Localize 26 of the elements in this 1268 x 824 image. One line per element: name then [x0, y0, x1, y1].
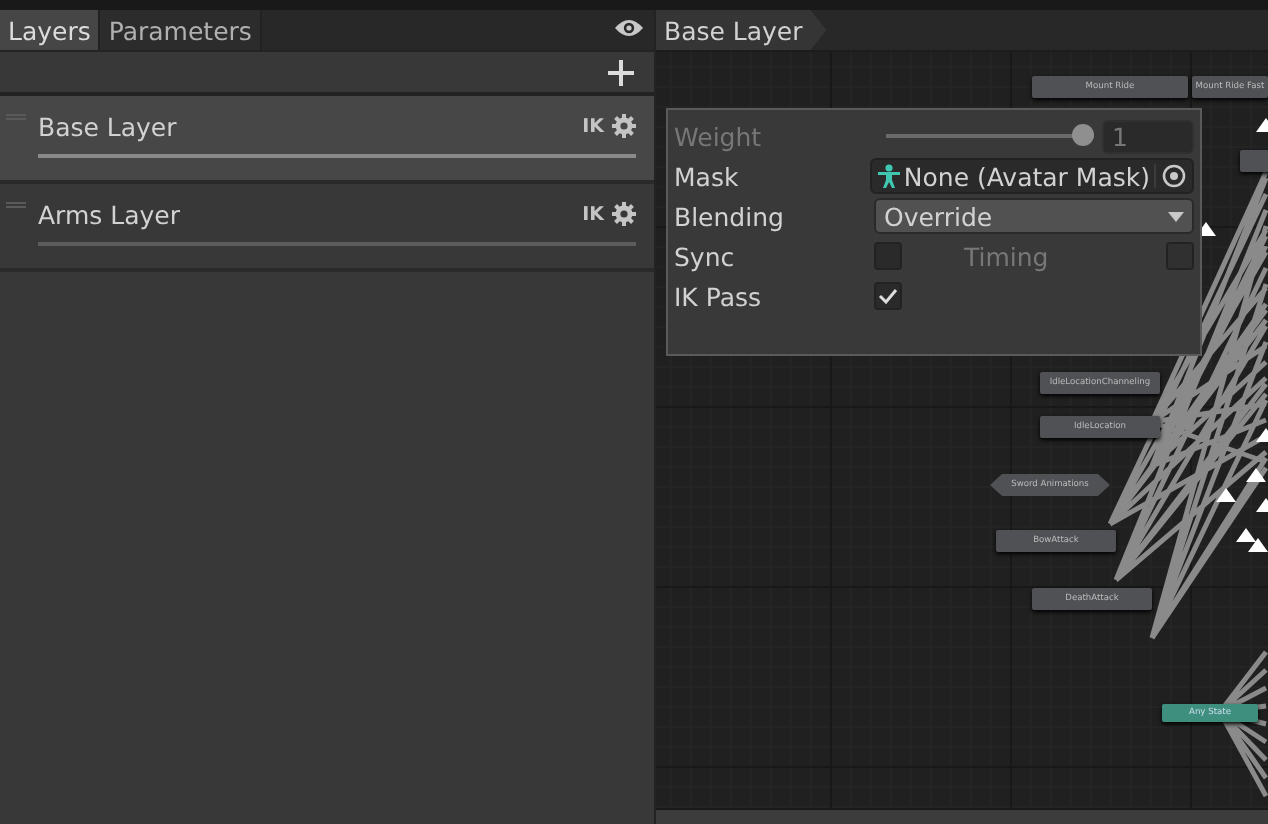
timing-label: Timing — [964, 241, 1051, 271]
ik-label: IK — [582, 203, 604, 225]
weight-label: Weight — [674, 121, 764, 151]
state-node[interactable] — [1240, 150, 1268, 172]
sync-label: Sync — [674, 241, 737, 271]
panel-tab[interactable]: Layers — [0, 10, 101, 50]
panel-tab[interactable]: Parameters — [100, 10, 262, 50]
ik-pass-label: IK Pass — [674, 281, 764, 311]
eye-icon[interactable] — [614, 18, 644, 38]
ik-label: IK — [582, 115, 604, 137]
avatar-icon — [877, 164, 900, 188]
layer-name: Base Layer — [38, 111, 179, 141]
mask-label: Mask — [674, 161, 741, 191]
breadcrumb[interactable]: Base Layer — [656, 10, 827, 50]
object-picker-icon[interactable] — [1162, 164, 1186, 188]
add-icon[interactable] — [608, 59, 634, 85]
layer-row[interactable]: Base Layer IK — [0, 96, 654, 184]
ik-pass-checkbox[interactable] — [874, 282, 902, 310]
blending-dropdown[interactable]: Override — [874, 198, 1194, 234]
settings-icon[interactable] — [612, 202, 636, 226]
mask-field[interactable]: None (Avatar Mask) — [869, 158, 1194, 194]
settings-icon[interactable] — [612, 114, 636, 138]
blending-label: Blending — [674, 201, 786, 231]
layer-name: Arms Layer — [38, 199, 182, 229]
drag-handle-icon[interactable] — [6, 202, 26, 208]
caret-icon — [1168, 211, 1184, 221]
